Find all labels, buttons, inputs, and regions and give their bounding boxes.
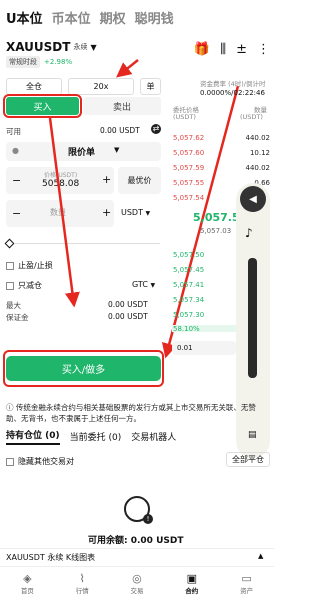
mark-price: 5,057.03 bbox=[200, 227, 232, 235]
nav-label: 首页 bbox=[20, 587, 34, 595]
volume-icon[interactable]: ◀ bbox=[240, 186, 266, 212]
ob-header-price-unit: (USDT) bbox=[173, 113, 196, 121]
last-price: 5,057.5 bbox=[193, 211, 240, 224]
available-balance: 可用余额: 0.00 USDT bbox=[88, 536, 184, 546]
hide-other-label: 隐藏其他交易对 bbox=[18, 457, 74, 466]
info-icon: ⓘ bbox=[6, 403, 14, 412]
ask-qty: 10.12 bbox=[249, 149, 270, 157]
bid-price[interactable]: 5,057.30 bbox=[173, 311, 204, 319]
bid-price[interactable]: 5,057.34 bbox=[173, 296, 204, 304]
nav-trade[interactable]: ◎ 交易 bbox=[130, 572, 143, 595]
hide-other-checkbox[interactable]: 隐藏其他交易对 bbox=[6, 456, 74, 467]
ob-header-qty-unit: (USDT) bbox=[240, 113, 263, 121]
nav-label: 资产 bbox=[240, 587, 254, 595]
nav-home[interactable]: ◈ 首页 bbox=[21, 572, 34, 595]
arrow-submit bbox=[48, 117, 80, 308]
ask-price[interactable]: 5,057.60 bbox=[173, 149, 204, 157]
position-tabs: 持有仓位 (0) 当前委托 (0) 交易机器人 bbox=[6, 428, 176, 445]
disclaimer-notice: ⓘ 传统金融永续合约与相关基础股票的发行方或其上市交易所无关联、无赞助、无背书，… bbox=[6, 402, 268, 424]
funding-value: 0.0000%/02:22:46 bbox=[200, 89, 265, 97]
nav-label: 行情 bbox=[75, 587, 89, 595]
chevron-up-icon[interactable]: ▲ bbox=[258, 552, 263, 560]
nav-assets[interactable]: ▭ 资产 bbox=[240, 572, 253, 595]
funding-label: 资金费率 (4时)/倒计时 bbox=[200, 80, 266, 88]
bottom-nav: ◈ 首页 ⌇ 行情 ◎ 交易 ▣ 合约 ▭ 资产 bbox=[0, 566, 274, 600]
ask-qty: 440.02 bbox=[245, 164, 271, 172]
ask-qty: 440.02 bbox=[245, 134, 271, 142]
chart-bar[interactable]: XAUUSDT 永续 K线图表 ▲ bbox=[0, 548, 274, 564]
tab-positions[interactable]: 持有仓位 (0) bbox=[6, 428, 60, 445]
nav-futures[interactable]: ▣ 合约 bbox=[185, 572, 198, 595]
panel-slider[interactable] bbox=[248, 258, 257, 378]
chart-icon: ⌇ bbox=[79, 572, 85, 585]
disclaimer-text: 传统金融永续合约与相关基础股票的发行方或其上市交易所无关联、无赞助、无背书，也不… bbox=[6, 403, 256, 423]
chart-bar-label: XAUUSDT 永续 K线图表 bbox=[6, 553, 96, 562]
depth-ratio: 58.10% bbox=[173, 325, 200, 333]
tick-size-select[interactable]: 0.01 bbox=[172, 341, 236, 355]
trade-icon: ◎ bbox=[132, 572, 142, 585]
nav-label: 交易 bbox=[130, 587, 144, 595]
wallet-icon: ▭ bbox=[241, 572, 252, 585]
ask-price[interactable]: 5,057.62 bbox=[173, 134, 204, 142]
home-icon: ◈ bbox=[23, 572, 32, 585]
checkbox-box[interactable] bbox=[6, 457, 14, 466]
alert-icon: ! bbox=[143, 514, 153, 524]
bid-price[interactable]: 5,057.45 bbox=[173, 266, 204, 274]
close-all-button[interactable]: 全部平仓 bbox=[226, 452, 270, 467]
tiktok-icon[interactable]: ♪ bbox=[245, 226, 253, 240]
bid-price[interactable]: 5,057.50 bbox=[173, 251, 204, 259]
tick-value: 0.01 bbox=[177, 344, 193, 352]
tab-bots[interactable]: 交易机器人 bbox=[131, 430, 176, 443]
ask-price[interactable]: 5,057.55 bbox=[173, 179, 204, 187]
tab-open-orders[interactable]: 当前委托 (0) bbox=[70, 430, 122, 443]
app-root: U本位 币本位 期权 聪明钱 XAUUSDT 永续 ▼ 常规时段 +2.98% … bbox=[0, 0, 274, 600]
nav-label: 合约 bbox=[185, 587, 199, 595]
bid-price[interactable]: 5,057.41 bbox=[173, 281, 204, 289]
nav-markets[interactable]: ⌇ 行情 bbox=[76, 572, 89, 595]
ask-price[interactable]: 5,057.54 bbox=[173, 194, 204, 202]
orders-icon[interactable]: ▤ bbox=[248, 430, 257, 440]
arrow-leverage bbox=[116, 59, 139, 78]
ask-price[interactable]: 5,057.59 bbox=[173, 164, 204, 172]
futures-icon: ▣ bbox=[186, 572, 197, 585]
